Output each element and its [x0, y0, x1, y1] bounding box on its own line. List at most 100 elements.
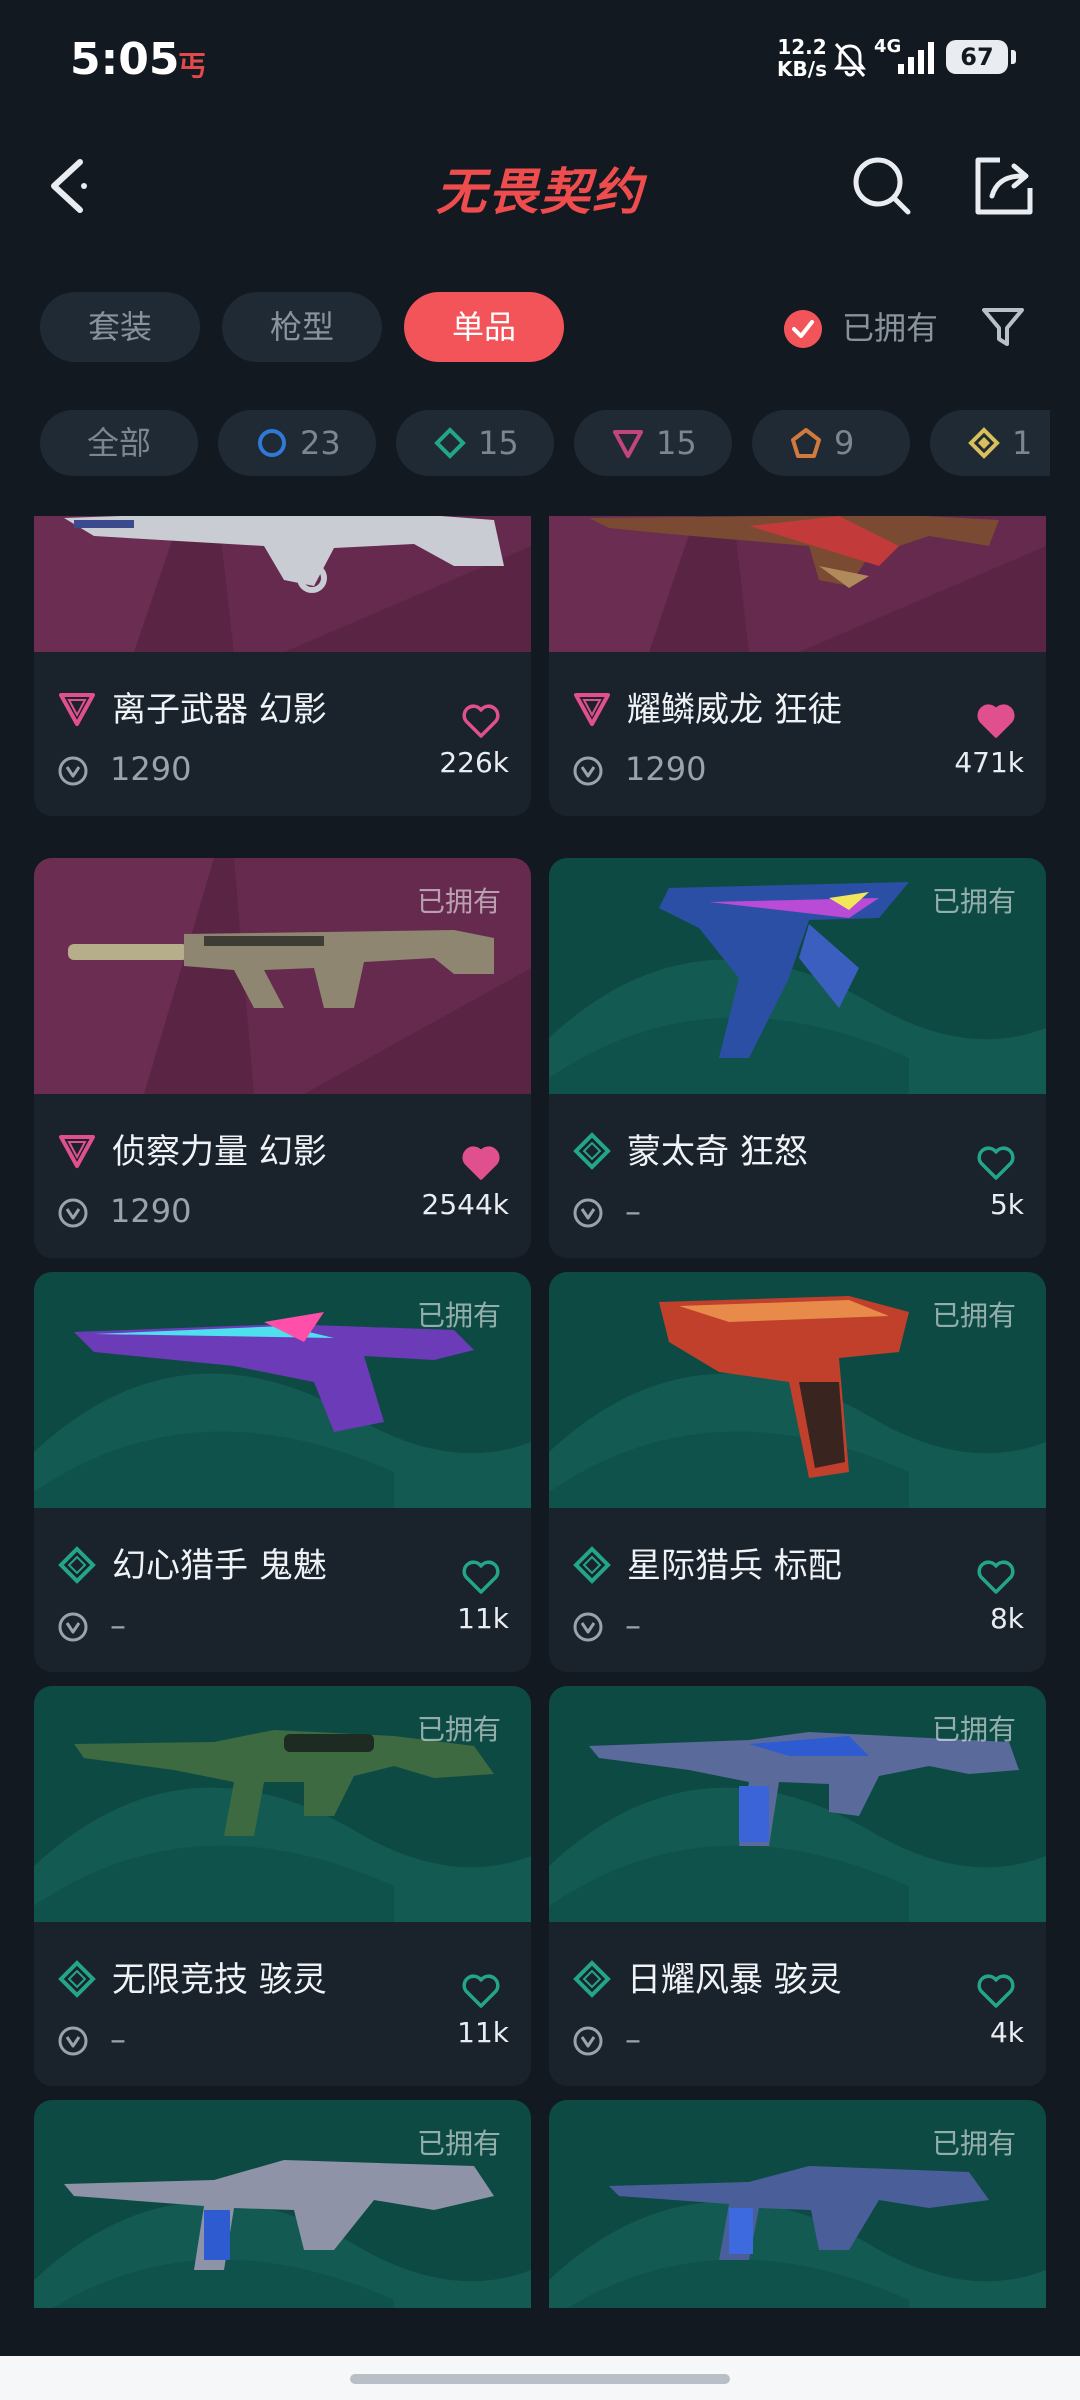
deluxe-diamond-icon	[434, 427, 466, 459]
valorant-points-icon	[573, 1198, 603, 1228]
deluxe-diamond-icon	[58, 1546, 96, 1584]
chip-ultra-tier[interactable]: 1	[930, 410, 1050, 476]
weapon-image	[549, 516, 1046, 652]
heart-outline-icon[interactable]	[975, 1972, 1017, 2010]
back-arrow-icon[interactable]	[40, 150, 110, 220]
checkmark-icon[interactable]	[784, 310, 822, 348]
select-ring-icon	[258, 429, 286, 457]
skin-card[interactable]: 已拥有 无限竞技 骇灵 – 11k	[34, 1686, 531, 2086]
valorant-points-icon	[58, 1198, 88, 1228]
like-count: 2544k	[421, 1188, 509, 1221]
chip-deluxe-tier[interactable]: 15	[396, 410, 554, 476]
chip-select-tier[interactable]: 23	[218, 410, 376, 476]
chip-count: 15	[478, 424, 519, 462]
skin-name: 星际猎兵 标配	[627, 1546, 842, 1586]
deluxe-diamond-icon	[573, 1960, 611, 1998]
owned-badge: 已拥有	[416, 1713, 501, 1746]
skin-card[interactable]: 已拥有	[549, 2100, 1046, 2308]
valorant-points-icon	[58, 1612, 88, 1642]
clock: 5:05	[70, 34, 180, 85]
like-count: 4k	[989, 2016, 1024, 2049]
network-speed-unit: KB/s	[777, 57, 827, 81]
skin-price: 1290	[110, 1192, 192, 1230]
deluxe-diamond-icon	[573, 1132, 611, 1170]
skin-artwork	[34, 516, 531, 652]
signal-strength-icon	[898, 42, 934, 74]
like-count: 226k	[439, 746, 509, 779]
heart-outline-icon[interactable]	[460, 702, 502, 740]
like-count: 11k	[457, 2016, 509, 2049]
home-indicator[interactable]	[350, 2374, 730, 2384]
skin-name: 蒙太奇 狂怒	[627, 1132, 808, 1172]
network-speed: 12.2 KB/s	[772, 36, 832, 80]
heart-outline-icon[interactable]	[975, 1558, 1017, 1596]
mute-bell-icon	[834, 43, 866, 77]
skin-card[interactable]: 已拥有 日耀风暴 骇灵 – 4k	[549, 1686, 1046, 2086]
skin-name: 离子武器 幻影	[112, 690, 327, 730]
owned-badge: 已拥有	[931, 2127, 1016, 2160]
owned-badge: 已拥有	[931, 1299, 1016, 1332]
like-count: 8k	[989, 1602, 1024, 1635]
deluxe-diamond-icon	[58, 1960, 96, 1998]
heart-filled-icon[interactable]	[975, 702, 1017, 740]
skin-name: 耀鳞威龙 狂徒	[627, 690, 842, 730]
heart-outline-icon[interactable]	[460, 1558, 502, 1596]
tab-weapon-types[interactable]: 枪型	[222, 292, 382, 362]
rarity-filter-chips: 全部 23 15 15 9 1	[40, 410, 1050, 480]
valorant-points-icon	[573, 756, 603, 786]
owned-badge: 已拥有	[416, 2127, 501, 2160]
like-count: 5k	[989, 1188, 1024, 1221]
filter-funnel-icon[interactable]	[978, 302, 1028, 352]
owned-badge: 已拥有	[416, 885, 501, 918]
premium-triangle-icon	[574, 693, 610, 726]
skin-price: –	[110, 2020, 126, 2058]
tab-bundles[interactable]: 套装	[40, 292, 200, 362]
valorant-points-icon	[58, 756, 88, 786]
app-notification-icon: 丐	[178, 49, 207, 82]
heart-filled-icon[interactable]	[460, 1144, 502, 1182]
skin-card[interactable]: 已拥有 蒙太奇 狂怒 – 5k	[549, 858, 1046, 1258]
share-icon[interactable]	[970, 152, 1036, 218]
valorant-points-icon	[573, 1612, 603, 1642]
chip-exclusive-tier[interactable]: 9	[752, 410, 910, 476]
skin-card[interactable]: 已拥有 幻心猎手 鬼魅 – 11k	[34, 1272, 531, 1672]
valorant-points-icon	[58, 2026, 88, 2056]
skin-card[interactable]: 已拥有 侦察力量 幻影 1290 2544k	[34, 858, 531, 1258]
skin-grid: 离子武器 幻影 1290 226k 耀鳞威龙 狂徒 1290 471k 已拥有 …	[34, 516, 1046, 2308]
skin-card[interactable]: 已拥有 星际猎兵 标配 – 8k	[549, 1272, 1046, 1672]
app-header: 无畏契约	[0, 140, 1080, 230]
skin-card[interactable]: 已拥有	[34, 2100, 531, 2308]
tab-single-items[interactable]: 单品	[404, 292, 564, 362]
skin-artwork	[549, 516, 1046, 652]
network-speed-value: 12.2	[777, 35, 827, 59]
premium-triangle-icon	[59, 693, 95, 726]
status-bar: 5:05 丐 12.2 KB/s 4G 67	[0, 0, 1080, 120]
skin-name: 侦察力量 幻影	[112, 1132, 327, 1172]
skin-price: –	[625, 1192, 641, 1230]
chip-premium-tier[interactable]: 15	[574, 410, 732, 476]
like-count: 11k	[457, 1602, 509, 1635]
weapon-image	[34, 516, 531, 652]
deluxe-diamond-icon	[573, 1546, 611, 1584]
exclusive-pentagon-icon	[791, 428, 821, 458]
skin-card[interactable]: 离子武器 幻影 1290 226k	[34, 516, 531, 816]
owned-badge: 已拥有	[931, 1713, 1016, 1746]
heart-outline-icon[interactable]	[460, 1972, 502, 2010]
skin-price: 1290	[110, 750, 192, 788]
chip-all[interactable]: 全部	[40, 410, 198, 476]
chip-count: 15	[656, 424, 697, 462]
page-title: 无畏契约	[436, 163, 644, 221]
skin-name: 日耀风暴 骇灵	[627, 1960, 842, 2000]
premium-triangle-icon	[59, 1135, 95, 1168]
skin-card[interactable]: 耀鳞威龙 狂徒 1290 471k	[549, 516, 1046, 816]
chip-count: 1	[1012, 424, 1033, 462]
skin-price: 1290	[625, 750, 707, 788]
skin-name: 无限竞技 骇灵	[112, 1960, 327, 2000]
search-icon[interactable]	[848, 152, 914, 218]
like-count: 471k	[954, 746, 1024, 779]
heart-outline-icon[interactable]	[975, 1144, 1017, 1182]
skin-price: –	[625, 2020, 641, 2058]
owned-badge: 已拥有	[416, 1299, 501, 1332]
chip-count: 9	[834, 424, 855, 462]
ultra-diamond-icon	[968, 427, 1000, 459]
